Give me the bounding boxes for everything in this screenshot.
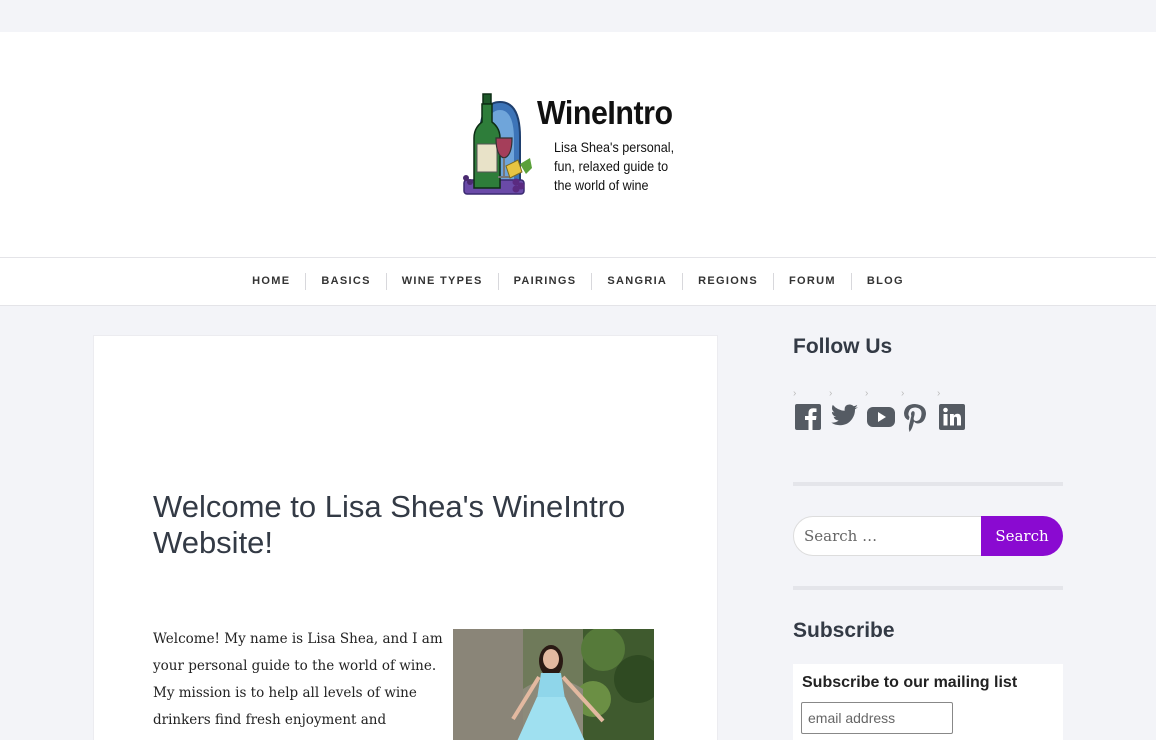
nav-item-sangria[interactable]: SANGRIA <box>591 273 682 290</box>
sidebar-divider <box>793 586 1063 590</box>
nav-item-wine-types[interactable]: WINE TYPES <box>385 273 498 290</box>
site-header: WineIntro Lisa Shea's personal, fun, rel… <box>0 32 1156 258</box>
subscribe-form: Subscribe to our mailing list <box>793 664 1063 740</box>
search-button[interactable]: Search <box>981 516 1063 556</box>
site-logo[interactable]: WineIntro Lisa Shea's personal, fun, rel… <box>460 92 690 202</box>
nav-item-home[interactable]: HOME <box>237 273 305 290</box>
nav-item-pairings[interactable]: PAIRINGS <box>497 273 592 290</box>
logo-tagline: Lisa Shea's personal, fun, relaxed guide… <box>554 139 675 193</box>
nav-item-blog[interactable]: BLOG <box>850 273 919 290</box>
youtube-icon[interactable]: › <box>865 388 895 434</box>
author-photo <box>453 629 654 740</box>
nav-item-forum[interactable]: FORUM <box>773 273 851 290</box>
wine-bottle-logo-icon <box>463 93 532 195</box>
facebook-icon[interactable]: › <box>793 388 821 434</box>
search-input[interactable] <box>793 516 983 556</box>
main-nav: HOME BASICS WINE TYPES PAIRINGS SANGRIA … <box>0 257 1156 306</box>
email-field[interactable] <box>801 702 953 734</box>
twitter-icon[interactable]: › <box>829 388 858 434</box>
sidebar-divider <box>793 482 1063 486</box>
nav-item-regions[interactable]: REGIONS <box>682 273 773 290</box>
nav-item-basics[interactable]: BASICS <box>305 273 385 290</box>
linkedin-icon[interactable]: › <box>937 388 965 434</box>
subscribe-label: Subscribe to our mailing list <box>802 674 1018 691</box>
follow-heading: Follow Us <box>793 335 893 358</box>
subscribe-heading: Subscribe <box>793 619 895 642</box>
logo-title: WineIntro <box>537 94 673 131</box>
intro-paragraph: Welcome! My name is Lisa Shea, and I am … <box>153 631 443 740</box>
page-title: Welcome to Lisa Shea's WineIntro Website… <box>153 489 626 560</box>
pinterest-icon[interactable]: › <box>901 388 929 434</box>
main-content-card: Welcome to Lisa Shea's WineIntro Website… <box>93 335 718 740</box>
top-strip <box>0 0 1156 32</box>
social-icons: › › › › › <box>793 388 965 434</box>
